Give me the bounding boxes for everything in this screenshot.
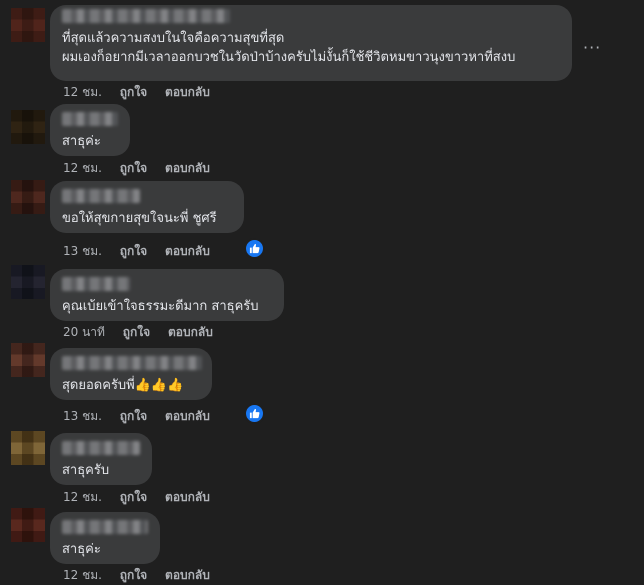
comment-text: ขอให้สุขกายสุขใจนะพี่ ชูศรี [62,211,217,226]
comment-text: คุณเบ้ยเข้าใจธรรมะดีมาก สาธุครับ [62,299,259,314]
comment-text: สาธุค่ะ [62,542,101,557]
like-reaction-icon[interactable] [244,403,265,424]
like-button[interactable]: ถูกใจ [120,566,147,585]
comment-time[interactable]: 20 นาที [63,323,105,342]
commenter-name-blurred[interactable] [62,277,130,291]
comment-time[interactable]: 12 ชม. [63,159,102,178]
comment-time[interactable]: 13 ชม. [63,242,102,261]
comment-actions: 13 ชม. ถูกใจ ตอบกลับ [63,242,224,261]
avatar[interactable] [11,431,45,465]
comment-time[interactable]: 13 ชม. [63,407,102,426]
like-reaction-icon[interactable] [244,238,265,259]
like-button[interactable]: ถูกใจ [120,83,147,102]
like-button[interactable]: ถูกใจ [120,488,147,507]
commenter-name-blurred[interactable] [62,520,148,534]
more-options-icon[interactable]: ··· [583,38,601,57]
like-button[interactable]: ถูกใจ [123,323,150,342]
commenter-name-blurred[interactable] [62,441,140,455]
avatar[interactable] [11,265,45,299]
comment-text-line: ผมเองก็อยากมีเวลาออกบวชในวัดป่าบ้างครับไ… [62,50,516,65]
commenter-name-blurred[interactable] [62,9,230,23]
avatar[interactable] [11,8,45,42]
comment-bubble: คุณเบ้ยเข้าใจธรรมะดีมาก สาธุครับ [50,269,284,321]
avatar[interactable] [11,180,45,214]
commenter-name-blurred[interactable] [62,356,202,370]
comment-bubble: ขอให้สุขกายสุขใจนะพี่ ชูศรี [50,181,244,233]
comment-bubble: สาธุค่ะ [50,104,130,156]
like-button[interactable]: ถูกใจ [120,159,147,178]
avatar[interactable] [11,508,45,542]
comment-text-line: ที่สุดแล้วความสงบในใจคือความสุขที่สุด [62,31,285,46]
comment-actions: 12 ชม. ถูกใจ ตอบกลับ [63,488,224,507]
reply-button[interactable]: ตอบกลับ [165,159,210,178]
comment-bubble: ที่สุดแล้วความสงบในใจคือความสุขที่สุด ผม… [50,5,572,81]
comment-text: สาธุครับ [62,463,110,478]
reply-button[interactable]: ตอบกลับ [165,566,210,585]
reply-button[interactable]: ตอบกลับ [168,323,213,342]
commenter-name-blurred[interactable] [62,112,118,126]
avatar[interactable] [11,343,45,377]
reply-button[interactable]: ตอบกลับ [165,242,210,261]
comment-bubble: สุดยอดครับพี่👍👍👍 [50,348,212,400]
comment-text: สาธุค่ะ [62,134,101,149]
comment-time[interactable]: 12 ชม. [63,566,102,585]
like-button[interactable]: ถูกใจ [120,242,147,261]
comment-actions: 20 นาที ถูกใจ ตอบกลับ [63,323,227,342]
reply-button[interactable]: ตอบกลับ [165,407,210,426]
comment-actions: 12 ชม. ถูกใจ ตอบกลับ [63,159,224,178]
comment-time[interactable]: 12 ชม. [63,83,102,102]
comment-actions: 12 ชม. ถูกใจ ตอบกลับ [63,566,224,585]
like-button[interactable]: ถูกใจ [120,407,147,426]
comment-text: สุดยอดครับพี่👍👍👍 [62,376,200,395]
comment-bubble: สาธุค่ะ [50,512,160,564]
comment-actions: 13 ชม. ถูกใจ ตอบกลับ [63,407,224,426]
comment-actions: 12 ชม. ถูกใจ ตอบกลับ [63,83,224,102]
thumbs-up-emoji-icon: 👍👍👍 [134,378,184,393]
reply-button[interactable]: ตอบกลับ [165,83,210,102]
comment-text-body: สุดยอดครับพี่ [62,378,135,393]
comment-time[interactable]: 12 ชม. [63,488,102,507]
comment-bubble: สาธุครับ [50,433,152,485]
avatar[interactable] [11,110,45,144]
reply-button[interactable]: ตอบกลับ [165,488,210,507]
commenter-name-blurred[interactable] [62,189,140,203]
